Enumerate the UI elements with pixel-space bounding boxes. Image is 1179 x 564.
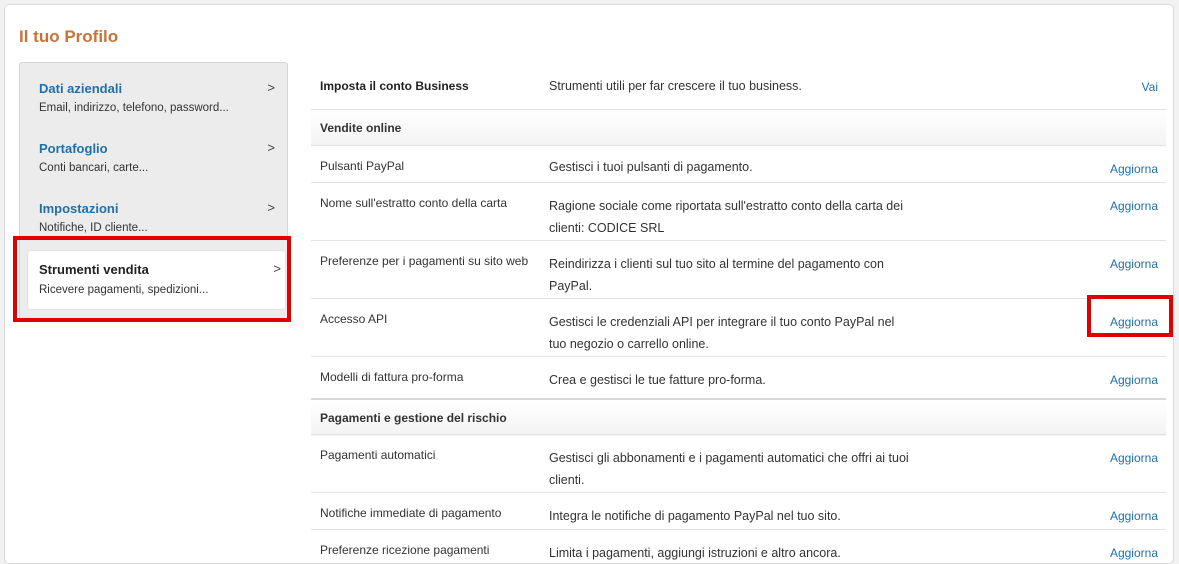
sidebar-item-desc: Notifiche, ID cliente... (39, 222, 148, 234)
aggiorna-link[interactable]: Aggiorna (1110, 162, 1158, 176)
table-row: Preferenze ricezione pagamenti Limita i … (311, 529, 1166, 560)
aggiorna-link[interactable]: Aggiorna (1110, 257, 1158, 271)
sidebar-item-title: Impostazioni (39, 201, 119, 216)
row-name: Modelli di fattura pro-forma (320, 370, 464, 384)
row-name: Nome sull'estratto conto della carta (320, 196, 508, 210)
profile-panel: Il tuo Profilo Dati aziendali Email, ind… (4, 4, 1174, 564)
aggiorna-link[interactable]: Aggiorna (1110, 546, 1158, 560)
chevron-right-icon: > (273, 261, 281, 276)
aggiorna-link-api[interactable]: Aggiorna (1110, 315, 1158, 329)
row-name: Accesso API (320, 312, 388, 326)
table-row: Pagamenti automatici Gestisci gli abbona… (311, 434, 1166, 493)
row-desc: Reindirizza i clienti sul tuo sito al te… (549, 257, 884, 293)
row-desc: Integra le notifiche di pagamento PayPal… (549, 509, 841, 523)
sidebar-item-dati-aziendali[interactable]: Dati aziendali Email, indirizzo, telefon… (20, 63, 287, 123)
sidebar: Dati aziendali Email, indirizzo, telefon… (19, 62, 288, 322)
chevron-right-icon: > (267, 200, 275, 215)
section-pagamenti-rischio: Pagamenti e gestione del rischio (311, 398, 1166, 436)
table-row: Preferenze per i pagamenti su sito web R… (311, 240, 1166, 299)
page-title: Il tuo Profilo (19, 27, 119, 46)
table-row-business: Imposta il conto Business Strumenti util… (311, 65, 1166, 109)
row-desc: Ragione sociale come riportata sull'estr… (549, 199, 903, 235)
table-row: Accesso API Gestisci le credenziali API … (311, 298, 1166, 357)
chevron-right-icon: > (267, 140, 275, 155)
row-name: Notifiche immediate di pagamento (320, 506, 502, 520)
aggiorna-link[interactable]: Aggiorna (1110, 199, 1158, 213)
table-row: Pulsanti PayPal Gestisci i tuoi pulsanti… (311, 145, 1166, 183)
sidebar-item-title: Strumenti vendita (39, 262, 149, 277)
row-name: Imposta il conto Business (320, 79, 469, 93)
row-desc: Limita i pagamenti, aggiungi istruzioni … (549, 546, 841, 560)
aggiorna-link[interactable]: Aggiorna (1110, 509, 1158, 523)
sidebar-item-title: Portafoglio (39, 141, 108, 156)
row-desc: Crea e gestisci le tue fatture pro-forma… (549, 373, 766, 387)
row-desc: Strumenti utili per far crescere il tuo … (549, 79, 802, 93)
row-desc: Gestisci i tuoi pulsanti di pagamento. (549, 160, 753, 174)
sidebar-item-title: Dati aziendali (39, 81, 123, 96)
sidebar-item-impostazioni[interactable]: Impostazioni Notifiche, ID cliente... > (20, 183, 287, 243)
sidebar-item-desc: Ricevere pagamenti, spedizioni... (39, 284, 209, 296)
table-row: Modelli di fattura pro-forma Crea e gest… (311, 356, 1166, 399)
sidebar-item-desc: Conti bancari, carte... (39, 162, 149, 174)
chevron-right-icon: > (267, 80, 275, 95)
sidebar-item-strumenti-vendita[interactable]: Strumenti vendita Ricevere pagamenti, sp… (28, 251, 285, 309)
section-vendite-online: Vendite online (311, 109, 1166, 146)
section-title: Pagamenti e gestione del rischio (320, 411, 507, 425)
row-name: Pulsanti PayPal (320, 159, 405, 173)
vai-link[interactable]: Vai (1142, 80, 1158, 94)
row-desc: Gestisci gli abbonamenti e i pagamenti a… (549, 451, 909, 487)
aggiorna-link[interactable]: Aggiorna (1110, 373, 1158, 387)
table-row: Notifiche immediate di pagamento Integra… (311, 492, 1166, 530)
section-title: Vendite online (320, 121, 402, 135)
table-row: Nome sull'estratto conto della carta Rag… (311, 182, 1166, 241)
row-desc: Gestisci le credenziali API per integrar… (549, 315, 895, 351)
row-name: Preferenze ricezione pagamenti (320, 543, 490, 557)
row-name: Preferenze per i pagamenti su sito web (320, 254, 529, 268)
aggiorna-link[interactable]: Aggiorna (1110, 451, 1158, 465)
sidebar-item-portafoglio[interactable]: Portafoglio Conti bancari, carte... > (20, 123, 287, 183)
sidebar-item-desc: Email, indirizzo, telefono, password... (39, 102, 229, 114)
row-name: Pagamenti automatici (320, 448, 436, 462)
